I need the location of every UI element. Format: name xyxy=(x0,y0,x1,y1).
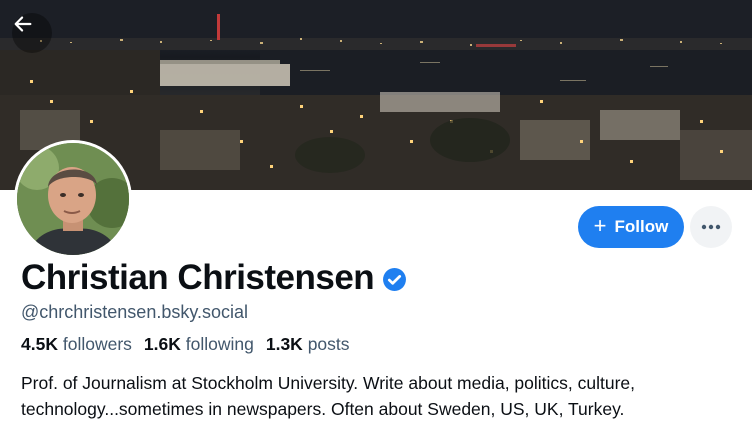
verified-badge-icon[interactable] xyxy=(382,267,407,292)
profile-name-row: Christian Christensen xyxy=(21,258,407,298)
profile-handle: @chrchristensen.bsky.social xyxy=(21,302,249,322)
follow-button-label: Follow xyxy=(614,217,669,236)
bio-line: Prof. of Journalism at Stockholm Univers… xyxy=(21,373,636,393)
followers-stat[interactable]: 4.5K followers xyxy=(21,334,132,355)
display-name: Christian Christensen xyxy=(21,258,375,297)
profile-bio: Prof. of Journalism at Stockholm Univers… xyxy=(21,370,741,422)
following-label: following xyxy=(185,334,254,354)
following-count: 1.6K xyxy=(143,334,181,354)
more-options-button[interactable] xyxy=(690,206,732,248)
avatar-image xyxy=(17,143,129,255)
avatar[interactable] xyxy=(14,140,132,258)
followers-label: followers xyxy=(62,334,132,354)
follow-button[interactable]: + Follow xyxy=(578,206,684,248)
profile-stats: 4.5K followers 1.6K following 1.3K posts xyxy=(21,334,350,355)
plus-icon: + xyxy=(593,213,607,238)
arrow-left-icon xyxy=(14,16,32,32)
following-stat[interactable]: 1.6K following xyxy=(144,334,254,355)
posts-count: 1.3K xyxy=(265,334,303,354)
ellipsis-icon xyxy=(701,224,721,230)
back-button[interactable] xyxy=(12,13,52,53)
bio-line: technology...sometimes in newspapers. Of… xyxy=(21,399,625,419)
posts-label: posts xyxy=(307,334,350,354)
posts-stat: 1.3K posts xyxy=(266,334,350,355)
followers-count: 4.5K xyxy=(21,334,58,354)
